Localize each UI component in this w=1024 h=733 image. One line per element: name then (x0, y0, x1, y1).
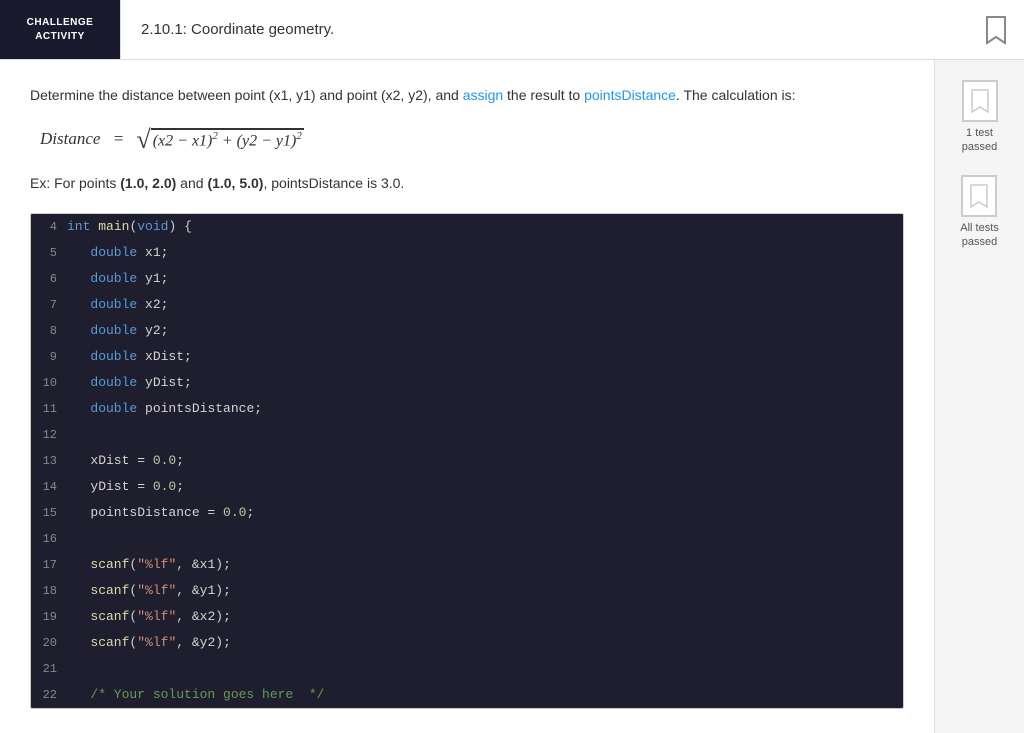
code-line-22: 22 /* Your solution goes here */ (31, 682, 903, 708)
code-line-7: 7 double x2; (31, 292, 903, 318)
code-line-9: 9 double xDist; (31, 344, 903, 370)
desc-before-assign: Determine the distance between point (x1… (30, 87, 463, 103)
test2-badge: All tests passed (960, 175, 999, 250)
test2-label: All tests passed (960, 221, 999, 250)
test2-icon (961, 175, 997, 217)
code-line-17: 17 scanf("%lf", &x1); (31, 552, 903, 578)
code-line-8: 8 double y2; (31, 318, 903, 344)
example-result: , pointsDistance is 3.0. (263, 175, 404, 191)
example-label: Ex: For points (30, 175, 120, 191)
sqrt-content: (x2 − x1)2 + (y2 − y1)2 (151, 128, 304, 150)
bookmark-button[interactable] (968, 0, 1024, 59)
test1-badge: 1 test passed (962, 80, 998, 155)
code-line-21: 21 (31, 656, 903, 682)
code-line-14: 14 yDist = 0.0; (31, 474, 903, 500)
bookmark-icon (984, 15, 1008, 45)
desc-assign-word: assign (463, 87, 503, 103)
code-line-13: 13 xDist = 0.0; (31, 448, 903, 474)
description-text: Determine the distance between point (x1… (30, 84, 904, 106)
example-text: Ex: For points (1.0, 2.0) and (1.0, 5.0)… (30, 172, 904, 194)
test1-label: 1 test passed (962, 126, 997, 155)
main-content: Determine the distance between point (x1… (0, 60, 1024, 733)
code-line-6: 6 double y1; (31, 266, 903, 292)
formula-sqrt: √ (x2 − x1)2 + (y2 − y1)2 (136, 126, 303, 152)
code-line-12: 12 (31, 422, 903, 448)
code-line-11: 11 double pointsDistance; (31, 396, 903, 422)
test2-bookmark-icon (969, 184, 989, 208)
code-line-4: 4 int main(void) { (31, 214, 903, 240)
formula-block: Distance = √ (x2 − x1)2 + (y2 − y1)2 (40, 126, 904, 152)
example-and: and (176, 175, 207, 191)
challenge-activity-label: CHALLENGE ACTIVITY (0, 0, 120, 59)
test1-icon (962, 80, 998, 122)
code-editor[interactable]: 4 int main(void) { 5 double x1; 6 double… (30, 213, 904, 709)
example-point2: (1.0, 5.0) (207, 175, 263, 191)
page-title: 2.10.1: Coordinate geometry. (121, 0, 968, 59)
right-panel: 1 test passed All tests passed (934, 60, 1024, 733)
header: CHALLENGE ACTIVITY 2.10.1: Coordinate ge… (0, 0, 1024, 60)
desc-end: . The calculation is: (676, 87, 796, 103)
formula-equals: = (108, 129, 128, 149)
formula-label: Distance (40, 129, 100, 149)
code-line-5: 5 double x1; (31, 240, 903, 266)
test1-bookmark-icon (970, 89, 990, 113)
code-line-16: 16 (31, 526, 903, 552)
code-line-15: 15 pointsDistance = 0.0; (31, 500, 903, 526)
example-point1: (1.0, 2.0) (120, 175, 176, 191)
content-panel: Determine the distance between point (x1… (0, 60, 934, 733)
code-line-20: 20 scanf("%lf", &y2); (31, 630, 903, 656)
desc-after-assign: the result to (503, 87, 584, 103)
code-line-18: 18 scanf("%lf", &y1); (31, 578, 903, 604)
code-line-10: 10 double yDist; (31, 370, 903, 396)
sqrt-symbol: √ (136, 127, 150, 153)
code-line-19: 19 scanf("%lf", &x2); (31, 604, 903, 630)
desc-points-word: pointsDistance (584, 87, 676, 103)
